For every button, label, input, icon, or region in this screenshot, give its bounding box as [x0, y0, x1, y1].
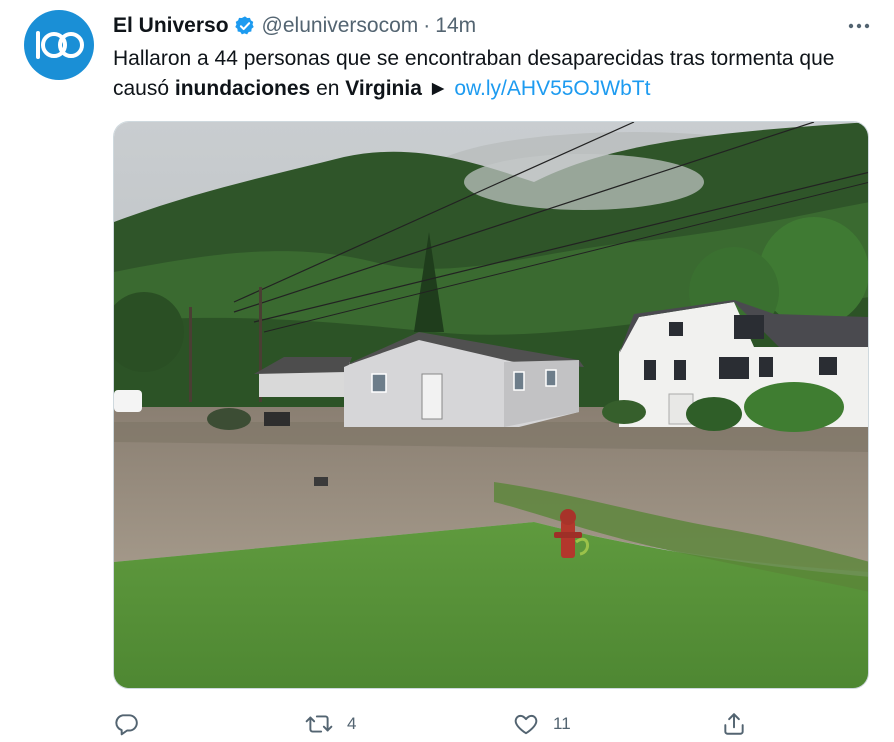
like-count: 11: [553, 714, 571, 733]
hashtag-inundaciones: inundaciones: [174, 77, 311, 100]
heart-icon: [514, 714, 538, 735]
share-icon: [724, 713, 744, 735]
tweet-link[interactable]: ow.ly/AHV55OJWbTt: [454, 77, 650, 100]
reply-icon: [115, 714, 138, 736]
tweet-photo[interactable]: [113, 121, 869, 689]
tweet-header: El Universo @eluniversocom · 14m: [113, 12, 874, 40]
author-handle[interactable]: @eluniversocom: [262, 14, 419, 38]
el-universo-logo-icon: [36, 31, 84, 59]
flood-photo-icon: [114, 122, 868, 688]
reply-button[interactable]: [113, 706, 153, 742]
more-options-icon[interactable]: [844, 12, 874, 40]
tweet-text-part: ►: [421, 77, 455, 100]
author-name[interactable]: El Universo: [113, 14, 229, 38]
hashtag-virginia: Virginia: [345, 77, 422, 100]
retweet-button[interactable]: 4: [305, 706, 356, 742]
avatar[interactable]: [24, 10, 94, 80]
tweet-text: Hallaron a 44 personas que se encontraba…: [113, 44, 873, 104]
retweet-count: 4: [347, 714, 357, 733]
verified-badge-icon: [234, 15, 256, 37]
share-button[interactable]: [721, 706, 747, 742]
retweet-icon: [305, 715, 333, 733]
like-button[interactable]: 11: [513, 706, 571, 742]
tweet-text-part: en: [310, 77, 346, 100]
timestamp[interactable]: 14m: [435, 14, 476, 38]
separator-dot: ·: [423, 14, 431, 37]
tweet-actions: 4 11: [113, 706, 763, 742]
